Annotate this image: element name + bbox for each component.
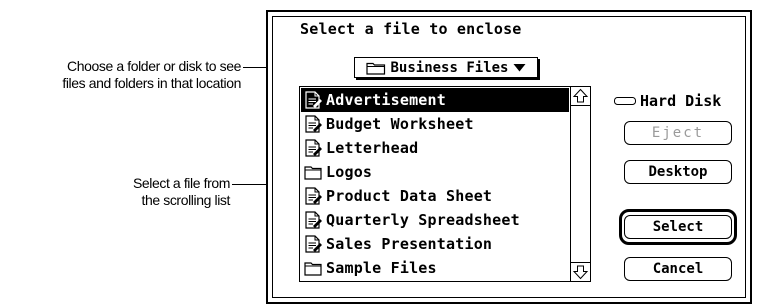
document-icon [303,186,323,206]
file-list-item[interactable]: Sample Files [301,256,569,280]
folder-icon [366,62,386,75]
triangle-down-icon [513,64,525,72]
file-list-item[interactable]: Letterhead [301,136,569,160]
document-icon [303,210,323,230]
callout-folder-line-1: Choose a folder or disk to see [67,58,241,74]
file-name: Product Data Sheet [326,187,493,205]
select-button[interactable]: Select [624,215,732,239]
file-name: Budget Worksheet [326,115,474,133]
eject-button[interactable]: Eject [624,121,732,145]
desktop-button[interactable]: Desktop [624,160,732,184]
file-list-item[interactable]: Budget Worksheet [301,112,569,136]
file-list-item[interactable]: Quarterly Spreadsheet [301,208,569,232]
callout-folder: Choose a folder or disk to see files and… [62,58,241,92]
document-icon [303,90,323,110]
disk-name-label: Hard Disk [640,92,722,110]
file-list-item[interactable]: Sales Presentation [301,232,569,256]
file-list-item[interactable]: Advertisement [301,88,569,112]
cancel-button-label: Cancel [652,261,704,277]
callout-folder-line-2: files and folders in that location [62,75,241,91]
scroll-track[interactable] [571,106,590,262]
file-name: Letterhead [326,139,419,157]
callout-list-line-1: Select a file from [132,175,230,191]
file-name: Sample Files [326,259,437,277]
hard-disk-icon [614,97,636,105]
callout-list: Select a file from the scrolling list [133,175,230,209]
folder-icon [303,258,323,278]
folder-icon [303,162,323,182]
scroll-up-arrow[interactable] [571,87,590,106]
file-list[interactable]: Advertisement Budget Worksheet Letterhead L… [299,86,591,282]
desktop-button-label: Desktop [648,164,708,180]
file-list-item[interactable]: Product Data Sheet [301,184,569,208]
disk-name: Hard Disk [614,92,721,110]
dialog-title: Select a file to enclose [300,20,522,38]
folder-popup-menu[interactable]: Business Files [354,57,538,78]
eject-button-label: Eject [651,125,705,141]
file-name: Quarterly Spreadsheet [326,211,520,229]
cancel-button[interactable]: Cancel [624,257,732,281]
file-name: Sales Presentation [326,235,493,253]
document-icon [303,138,323,158]
scroll-down-arrow[interactable] [571,262,590,281]
document-icon [303,114,323,134]
arrow-up-icon [572,88,589,103]
file-list-scrollbar[interactable] [570,87,590,281]
select-button-label: Select [652,219,704,235]
folder-popup-label: Business Files [390,59,509,76]
document-icon [303,234,323,254]
file-name: Advertisement [326,91,446,109]
arrow-down-icon [572,265,589,280]
file-name: Logos [326,163,373,181]
file-list-rows: Advertisement Budget Worksheet Letterhead L… [300,87,571,281]
callout-list-line-2: the scrolling list [141,192,230,208]
file-list-item[interactable]: Logos [301,160,569,184]
